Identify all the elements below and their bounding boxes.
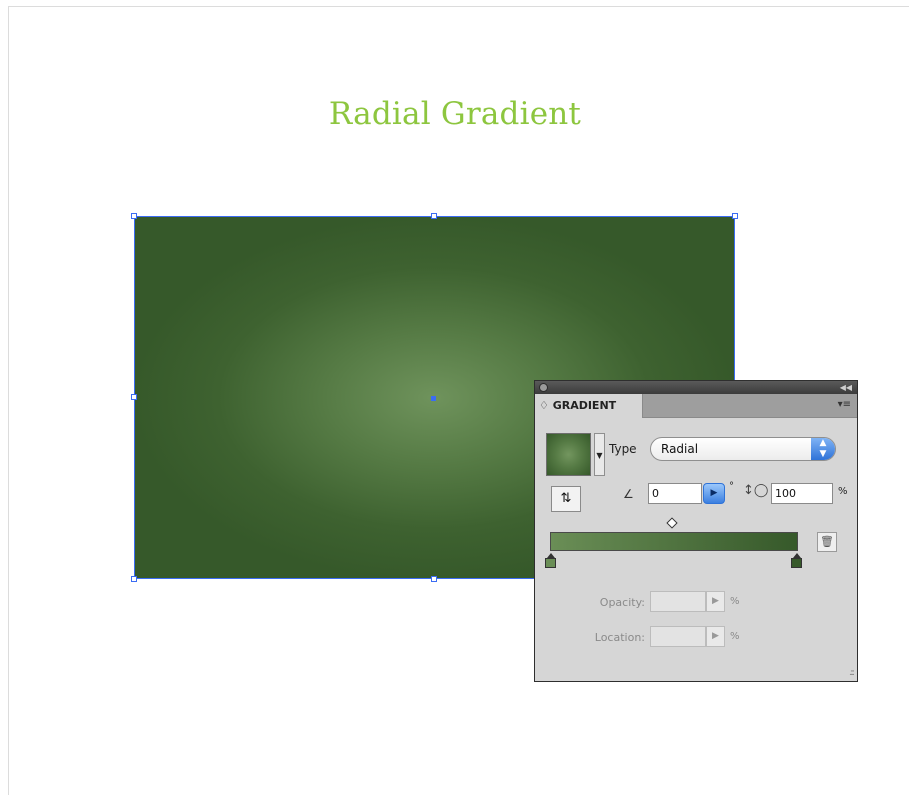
close-dot-icon[interactable] <box>539 383 548 392</box>
location-label: Location: <box>594 631 645 644</box>
reverse-gradient-icon: ⇅ <box>560 491 572 506</box>
resize-handle-top-left[interactable] <box>131 213 137 219</box>
opacity-dropdown-button: ▶ <box>706 591 725 612</box>
gradient-panel: ◀◀ ♢ GRADIENT ▾≡ ▼ Type Radial ▲ ▼ ⇅ ∠ 0 … <box>534 380 858 682</box>
angle-dropdown-button[interactable]: ▶ <box>703 483 725 504</box>
collapse-arrows-icon[interactable]: ◀◀ <box>840 381 852 394</box>
chevron-down-icon[interactable]: ▼ <box>594 433 605 476</box>
aspect-ratio-unit: % <box>838 486 848 497</box>
panel-menu-icon[interactable]: ▾≡ <box>838 399 851 410</box>
resize-handle-top-right[interactable] <box>732 213 738 219</box>
resize-handle-left[interactable] <box>131 394 137 400</box>
aspect-ratio-input[interactable]: 100 <box>771 483 833 504</box>
location-input <box>650 626 706 647</box>
gradient-stop-start[interactable] <box>545 553 556 568</box>
gradient-stop-end[interactable] <box>791 553 802 568</box>
center-point[interactable] <box>431 396 436 401</box>
tab-gradient[interactable]: ♢ GRADIENT <box>535 394 643 418</box>
tab-row: ♢ GRADIENT ▾≡ <box>535 394 857 418</box>
resize-handle-bottom-left[interactable] <box>131 576 137 582</box>
angle-input[interactable]: 0 <box>648 483 702 504</box>
type-select[interactable]: Radial ▲ ▼ <box>650 437 836 461</box>
type-label: Type <box>609 442 637 456</box>
opacity-input <box>650 591 706 612</box>
gradient-slider-bar[interactable] <box>550 532 798 551</box>
delete-stop-icon: 🗑 <box>820 535 834 548</box>
page-title: Radial Gradient <box>328 96 582 132</box>
delete-stop-button[interactable]: 🗑 <box>817 532 837 552</box>
location-unit: % <box>730 631 740 642</box>
aspect-ratio-icon: ↕◯ <box>743 483 769 498</box>
resize-handle-top[interactable] <box>431 213 437 219</box>
panel-titlebar[interactable]: ◀◀ <box>535 381 857 394</box>
opacity-unit: % <box>730 596 740 607</box>
select-arrows-icon: ▲ ▼ <box>811 438 835 460</box>
location-dropdown-button: ▶ <box>706 626 725 647</box>
opacity-label: Opacity: <box>599 596 645 609</box>
type-select-value: Radial <box>661 442 699 456</box>
resize-grip-icon[interactable]: .::: <box>849 668 855 678</box>
degree-symbol: ° <box>729 481 734 492</box>
angle-icon: ∠ <box>623 487 634 501</box>
gradient-swatch[interactable] <box>546 433 591 476</box>
reverse-gradient-button[interactable]: ⇅ <box>551 486 581 512</box>
midpoint-slider[interactable] <box>666 517 678 529</box>
resize-handle-bottom[interactable] <box>431 576 437 582</box>
